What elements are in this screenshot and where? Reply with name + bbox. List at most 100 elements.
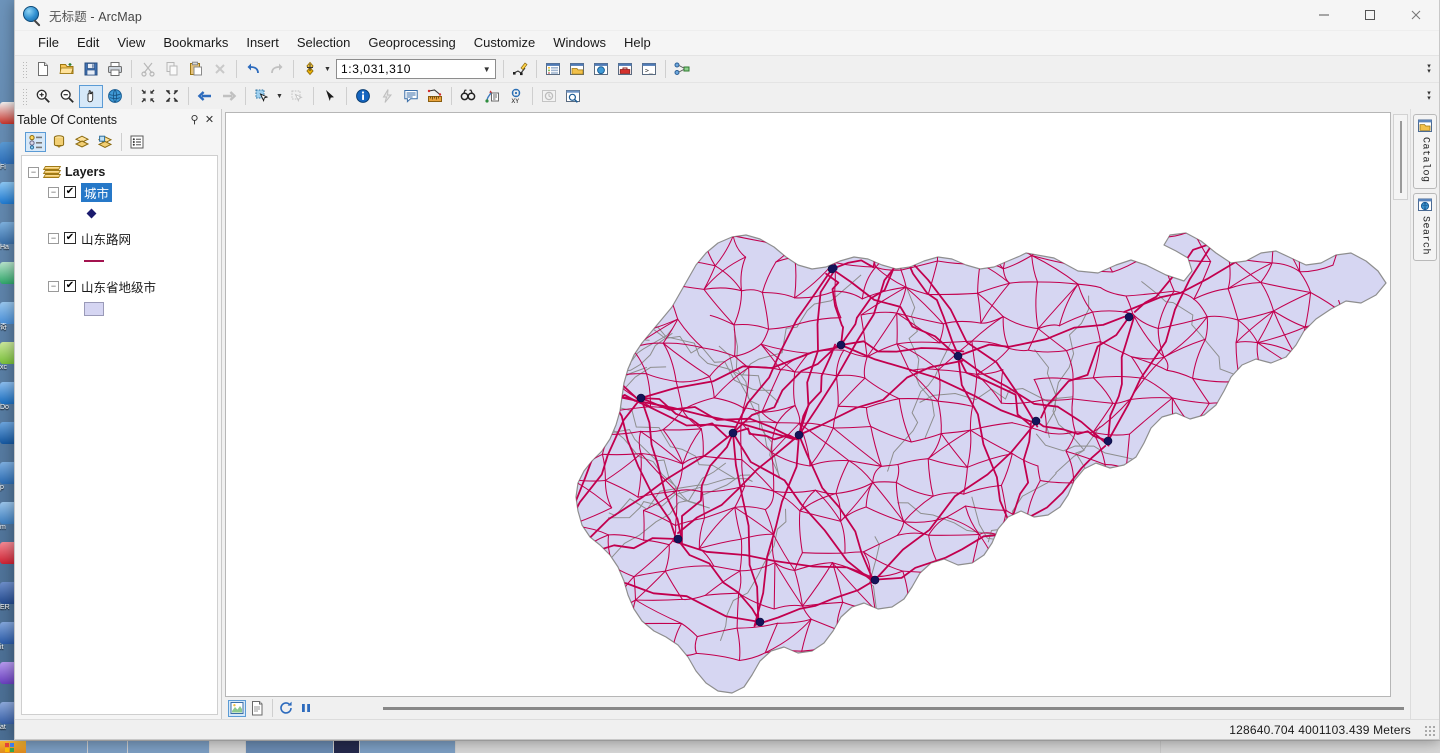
menu-customize[interactable]: Customize (465, 32, 544, 54)
map-canvas[interactable] (225, 112, 1391, 697)
layer-symbol-row[interactable] (22, 252, 217, 270)
maximize-button[interactable] (1347, 0, 1393, 31)
list-by-selection-icon[interactable] (94, 132, 115, 152)
toc-layer-row[interactable]: − ✔ 山东省地级市 (22, 276, 217, 296)
scrollbar-track[interactable] (383, 706, 1404, 710)
hyperlink-icon[interactable] (375, 85, 399, 108)
delete-icon[interactable] (208, 58, 232, 81)
toc-layer-tree[interactable]: − Layers − ✔ 城市 − ✔ 山东路网 − ✔ 山东省地级市 (21, 155, 218, 715)
toolbar-overflow-icon[interactable]: ▾ ▾ (1423, 58, 1435, 81)
taskbar-item-3[interactable] (128, 741, 210, 753)
identify-icon[interactable] (351, 85, 375, 108)
menu-help[interactable]: Help (615, 32, 660, 54)
refresh-view-button[interactable] (277, 700, 295, 717)
taskbar-tray[interactable] (1160, 741, 1440, 753)
paste-icon[interactable] (184, 58, 208, 81)
taskbar-item-4[interactable] (210, 741, 246, 753)
menu-file[interactable]: File (29, 32, 68, 54)
search-window-icon[interactable] (589, 58, 613, 81)
map-scale-combobox[interactable]: 1:3,031,310 ▼ (336, 59, 496, 79)
close-icon[interactable]: ✕ (202, 113, 217, 126)
catalog-tab[interactable]: Catalog (1413, 114, 1437, 189)
add-data-icon[interactable] (298, 58, 322, 81)
pan-icon[interactable] (79, 84, 103, 108)
undo-icon[interactable] (241, 58, 265, 81)
expander-icon[interactable]: − (48, 232, 59, 244)
copy-icon[interactable] (160, 58, 184, 81)
save-icon[interactable] (79, 58, 103, 81)
layer-symbol-row[interactable] (22, 204, 217, 222)
taskbar[interactable] (0, 740, 1440, 753)
python-window-icon[interactable]: >_ (637, 58, 661, 81)
open-icon[interactable] (55, 58, 79, 81)
go-forward-extent-icon[interactable] (217, 85, 241, 108)
pin-icon[interactable]: ⚲ (187, 113, 202, 126)
toc-layer-label[interactable]: 山东省地级市 (81, 277, 156, 296)
layout-view-button[interactable] (248, 700, 266, 717)
redo-icon[interactable] (265, 58, 289, 81)
table-of-contents-icon[interactable] (541, 58, 565, 81)
select-features-icon[interactable] (250, 85, 274, 108)
modelbuilder-icon[interactable] (670, 58, 694, 81)
toc-layer-label[interactable]: 山东路网 (81, 229, 131, 248)
html-popup-icon[interactable] (399, 85, 423, 108)
map-vertical-scrollbar[interactable] (1393, 112, 1408, 697)
clear-selection-icon[interactable] (285, 85, 309, 108)
create-viewer-window-icon[interactable] (561, 85, 585, 108)
expander-icon[interactable]: − (28, 166, 39, 178)
search-tab[interactable]: Search (1413, 192, 1437, 261)
taskbar-item-7[interactable] (360, 741, 456, 753)
expander-icon[interactable]: − (48, 280, 59, 292)
select-features-dropdown-icon[interactable]: ▼ (274, 85, 285, 108)
taskbar-item-2[interactable] (88, 741, 128, 753)
time-slider-icon[interactable] (537, 85, 561, 108)
toolbar-overflow-icon[interactable]: ▾ ▾ (1423, 85, 1435, 108)
chevron-down-icon[interactable]: ▼ (479, 65, 495, 74)
select-elements-icon[interactable] (318, 85, 342, 108)
minimize-button[interactable] (1301, 0, 1347, 31)
new-map-icon[interactable] (31, 58, 55, 81)
menu-windows[interactable]: Windows (544, 32, 615, 54)
zoom-out-icon[interactable] (55, 85, 79, 108)
layer-symbol-row[interactable] (22, 300, 217, 318)
add-data-dropdown-icon[interactable]: ▼ (322, 58, 333, 81)
scrollbar-thumb[interactable] (1393, 114, 1408, 200)
menu-selection[interactable]: Selection (288, 32, 359, 54)
toolbar-grip[interactable] (21, 86, 28, 106)
go-back-extent-icon[interactable] (193, 85, 217, 108)
toc-layer-row[interactable]: − ✔ 城市 (22, 182, 217, 202)
taskbar-item-5[interactable] (246, 741, 334, 753)
pause-drawing-button[interactable] (297, 700, 315, 717)
find-route-icon[interactable] (480, 85, 504, 108)
zoom-in-icon[interactable] (31, 85, 55, 108)
map-horizontal-scrollbar[interactable] (323, 701, 1404, 715)
arctoolbox-icon[interactable] (613, 58, 637, 81)
full-extent-icon[interactable] (103, 85, 127, 108)
editor-toolbar-icon[interactable] (508, 58, 532, 81)
data-view-button[interactable] (228, 699, 246, 717)
menu-insert[interactable]: Insert (237, 32, 288, 54)
expander-icon[interactable]: − (48, 186, 59, 198)
layer-visibility-checkbox[interactable]: ✔ (64, 186, 76, 198)
resize-grip-icon[interactable] (1424, 725, 1436, 737)
toc-root-row[interactable]: − Layers (22, 162, 217, 182)
go-to-xy-icon[interactable]: XY (504, 85, 528, 108)
list-by-drawing-order-icon[interactable] (25, 131, 46, 152)
windows-start-icon[interactable] (0, 741, 26, 753)
toc-layer-row[interactable]: − ✔ 山东路网 (22, 228, 217, 248)
close-button[interactable] (1393, 0, 1439, 31)
taskbar-item-6[interactable] (334, 741, 360, 753)
layer-visibility-checkbox[interactable]: ✔ (64, 280, 76, 292)
list-by-visibility-icon[interactable] (71, 132, 92, 152)
find-icon[interactable] (456, 85, 480, 108)
layer-visibility-checkbox[interactable]: ✔ (64, 232, 76, 244)
measure-icon[interactable] (423, 85, 447, 108)
fixed-zoom-in-icon[interactable] (136, 85, 160, 108)
toc-layer-label[interactable]: 城市 (81, 182, 113, 202)
menu-geoprocessing[interactable]: Geoprocessing (359, 32, 464, 54)
toolbar-grip[interactable] (21, 59, 28, 79)
menu-edit[interactable]: Edit (68, 32, 108, 54)
list-by-source-icon[interactable] (48, 132, 69, 152)
menu-bookmarks[interactable]: Bookmarks (154, 32, 237, 54)
print-icon[interactable] (103, 58, 127, 81)
